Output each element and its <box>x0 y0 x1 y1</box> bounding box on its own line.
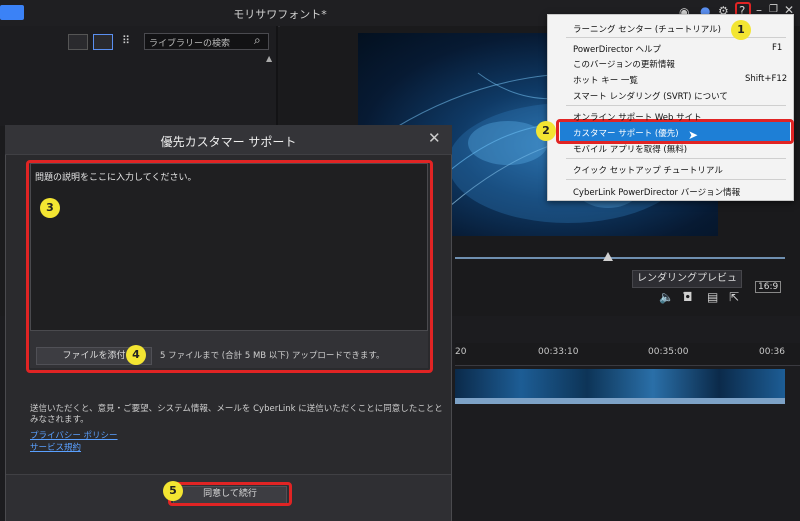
menu-separator <box>566 105 786 106</box>
menu-separator <box>566 179 786 180</box>
mouse-cursor-icon: ➤ <box>688 128 699 142</box>
grid-view-icon[interactable] <box>93 34 113 50</box>
tick-label: 00:33:10 <box>538 347 579 357</box>
step-badge-3: 3 <box>40 198 60 218</box>
camera-icon[interactable]: ◘ <box>683 290 693 304</box>
menu-item-customer-support[interactable]: カスタマー サポート (優先) <box>573 127 679 139</box>
list-view-icon[interactable] <box>68 34 88 50</box>
menu-item-whats-new[interactable]: このバージョンの更新情報 <box>573 58 675 70</box>
step-badge-1: 1 <box>731 20 751 40</box>
render-preview-button[interactable]: レンダリングプレビュー <box>632 270 742 300</box>
scroll-up-icon[interactable]: ▲ <box>266 54 272 63</box>
terms-of-service-link[interactable]: サービス規約 <box>30 441 81 453</box>
tick-label: 00:36 <box>759 347 785 357</box>
menu-separator <box>566 158 786 159</box>
menu-item-online-support[interactable]: オンライン サポート Web サイト <box>573 111 702 123</box>
window-title: モリサワフォント* <box>233 8 327 21</box>
highlight-agree-button <box>168 482 292 506</box>
search-icon[interactable]: ⌕ <box>254 33 261 48</box>
menu-separator <box>566 37 786 38</box>
menu-item-mobile-app[interactable]: モバイル アプリを取得 (無料) <box>573 143 687 155</box>
menu-item-svrt[interactable]: スマート レンダリング (SVRT) について <box>573 90 728 102</box>
step-badge-5: 5 <box>163 481 183 501</box>
menu-shortcut: F1 <box>772 43 783 53</box>
scrubber-handle[interactable] <box>603 252 613 261</box>
highlight-description-box <box>26 160 433 373</box>
subtitles-icon[interactable]: ▤ <box>707 290 718 304</box>
dialog-title: 優先カスタマー サポート <box>160 135 297 149</box>
dialog-close-icon[interactable]: ✕ <box>428 129 441 147</box>
preview-scrubber[interactable] <box>455 257 785 259</box>
step-badge-2: 2 <box>536 121 556 141</box>
privacy-policy-link[interactable]: プライバシー ポリシー <box>30 429 118 441</box>
tick-label: 00:35:00 <box>648 347 689 357</box>
consent-text: 送信いただくと、意見・ご要望、システム情報、メールを CyberLink に送信… <box>30 404 443 425</box>
apps-icon[interactable]: ⠿ <box>122 34 130 47</box>
tick-label: 20 <box>455 347 467 357</box>
step-badge-4: 4 <box>126 345 146 365</box>
export-icon[interactable]: ⇱ <box>729 290 739 304</box>
clip-audio-bar <box>455 398 785 404</box>
menu-item-help[interactable]: PowerDirector ヘルプ <box>573 43 661 55</box>
menu-item-about[interactable]: CyberLink PowerDirector バージョン情報 <box>573 186 740 198</box>
volume-icon[interactable]: 🔈 <box>659 290 674 304</box>
menu-shortcut: Shift+F12 <box>745 74 788 84</box>
menu-item-quick-setup[interactable]: クイック セットアップ チュートリアル <box>573 164 723 176</box>
timeline-ruler[interactable] <box>455 343 800 366</box>
menu-item-hotkeys[interactable]: ホット キー 一覧 <box>573 74 638 86</box>
aspect-ratio-selector[interactable]: 16:9 <box>755 281 782 293</box>
library-search-input[interactable]: ライブラリーの検索 <box>144 33 269 50</box>
menu-item-learning-center[interactable]: ラーニング センター (チュートリアル) <box>573 23 721 35</box>
